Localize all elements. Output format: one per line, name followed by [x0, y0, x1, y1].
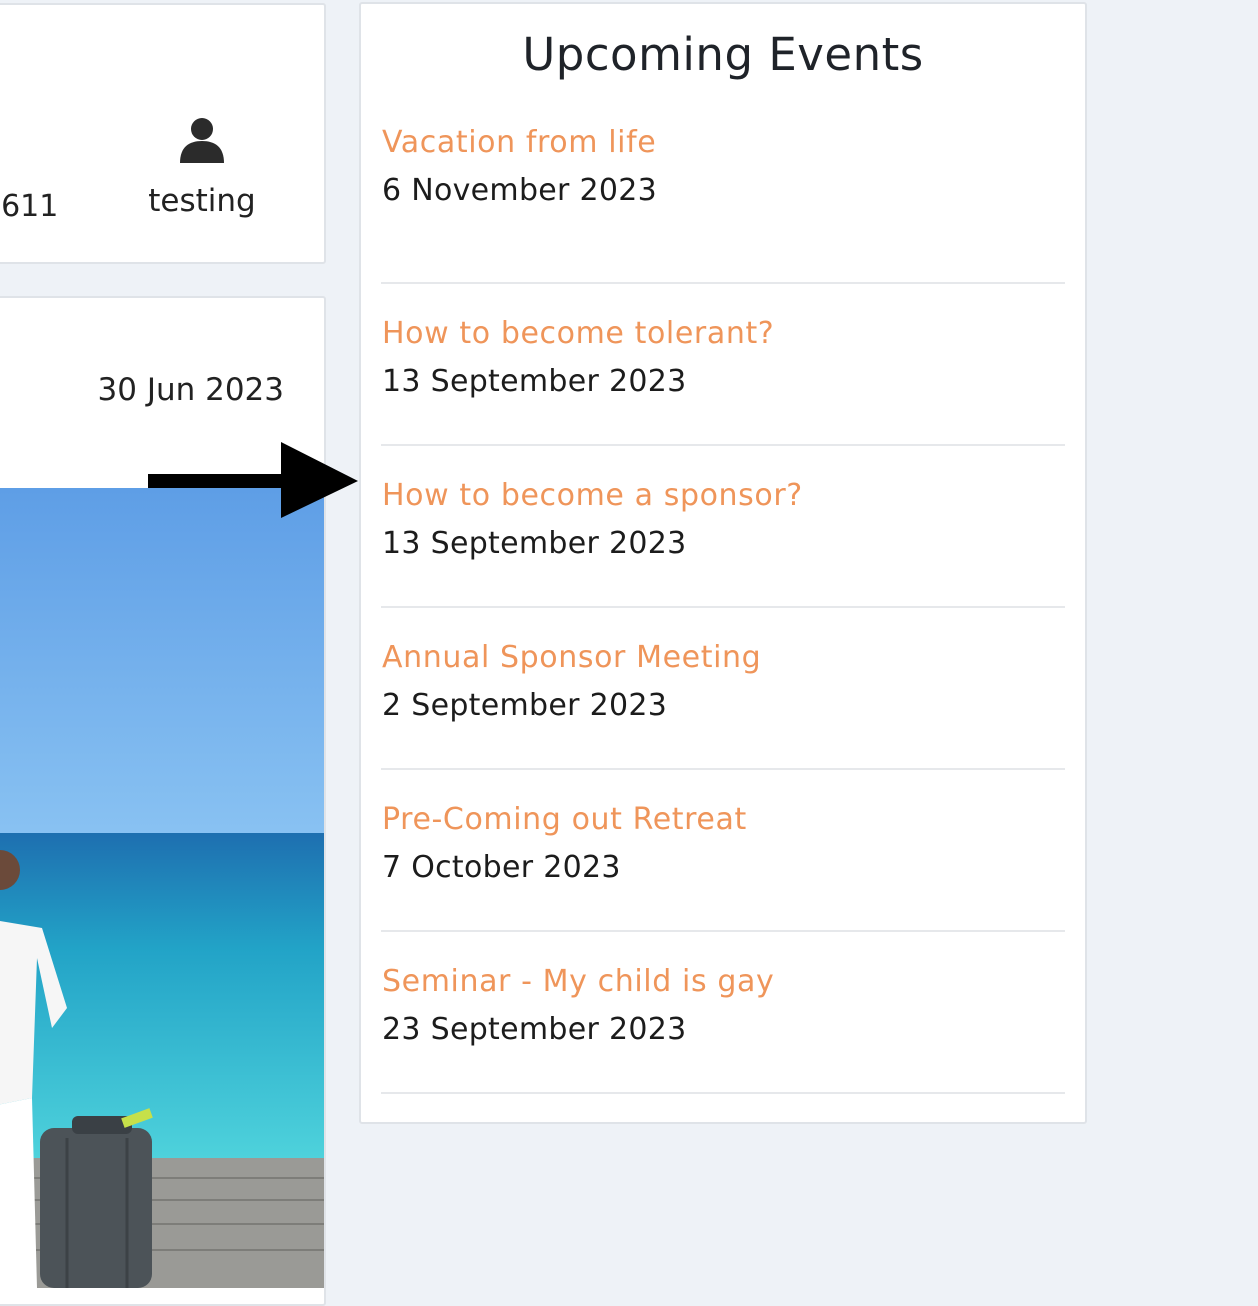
user-icon [180, 118, 224, 163]
event-item: Seminar - My child is gay 23 September 2… [381, 932, 1065, 1094]
event-date: 7 October 2023 [382, 850, 621, 885]
event-link[interactable]: Annual Sponsor Meeting [382, 638, 1065, 678]
event-date: 13 September 2023 [382, 526, 687, 561]
event-item: How to become tolerant? 13 September 202… [381, 284, 1065, 446]
event-date: 23 September 2023 [382, 1012, 687, 1047]
profile-card: 1611 testing [0, 3, 326, 264]
event-item: Pre-Coming out Retreat 7 October 2023 [381, 770, 1065, 932]
event-link[interactable]: How to become tolerant? [382, 314, 1065, 354]
post-date: 30 Jun 2023 [97, 372, 284, 408]
event-link[interactable]: Vacation from life [382, 123, 1065, 163]
event-date: 6 November 2023 [382, 173, 658, 208]
event-item: Annual Sponsor Meeting 2 September 2023 [381, 608, 1065, 770]
arrow-right-icon [148, 442, 358, 518]
upcoming-events-panel: Upcoming Events Vacation from life 6 Nov… [359, 2, 1087, 1124]
event-item: Vacation from life 6 November 2023 [381, 123, 1065, 284]
event-date: 2 September 2023 [382, 688, 668, 723]
event-link[interactable]: Seminar - My child is gay [382, 962, 1065, 1002]
profile-id: 1611 [0, 189, 59, 224]
event-item: How to become a sponsor? 13 September 20… [381, 446, 1065, 608]
profile-user[interactable]: testing [132, 117, 272, 219]
events-list: Vacation from life 6 November 2023 How t… [381, 123, 1065, 1094]
post-image [0, 488, 324, 1288]
event-link[interactable]: Pre-Coming out Retreat [382, 800, 1065, 840]
username: testing [148, 183, 256, 219]
event-date: 13 September 2023 [382, 364, 687, 399]
upcoming-events-title: Upcoming Events [522, 28, 924, 81]
event-link[interactable]: How to become a sponsor? [382, 476, 1065, 516]
